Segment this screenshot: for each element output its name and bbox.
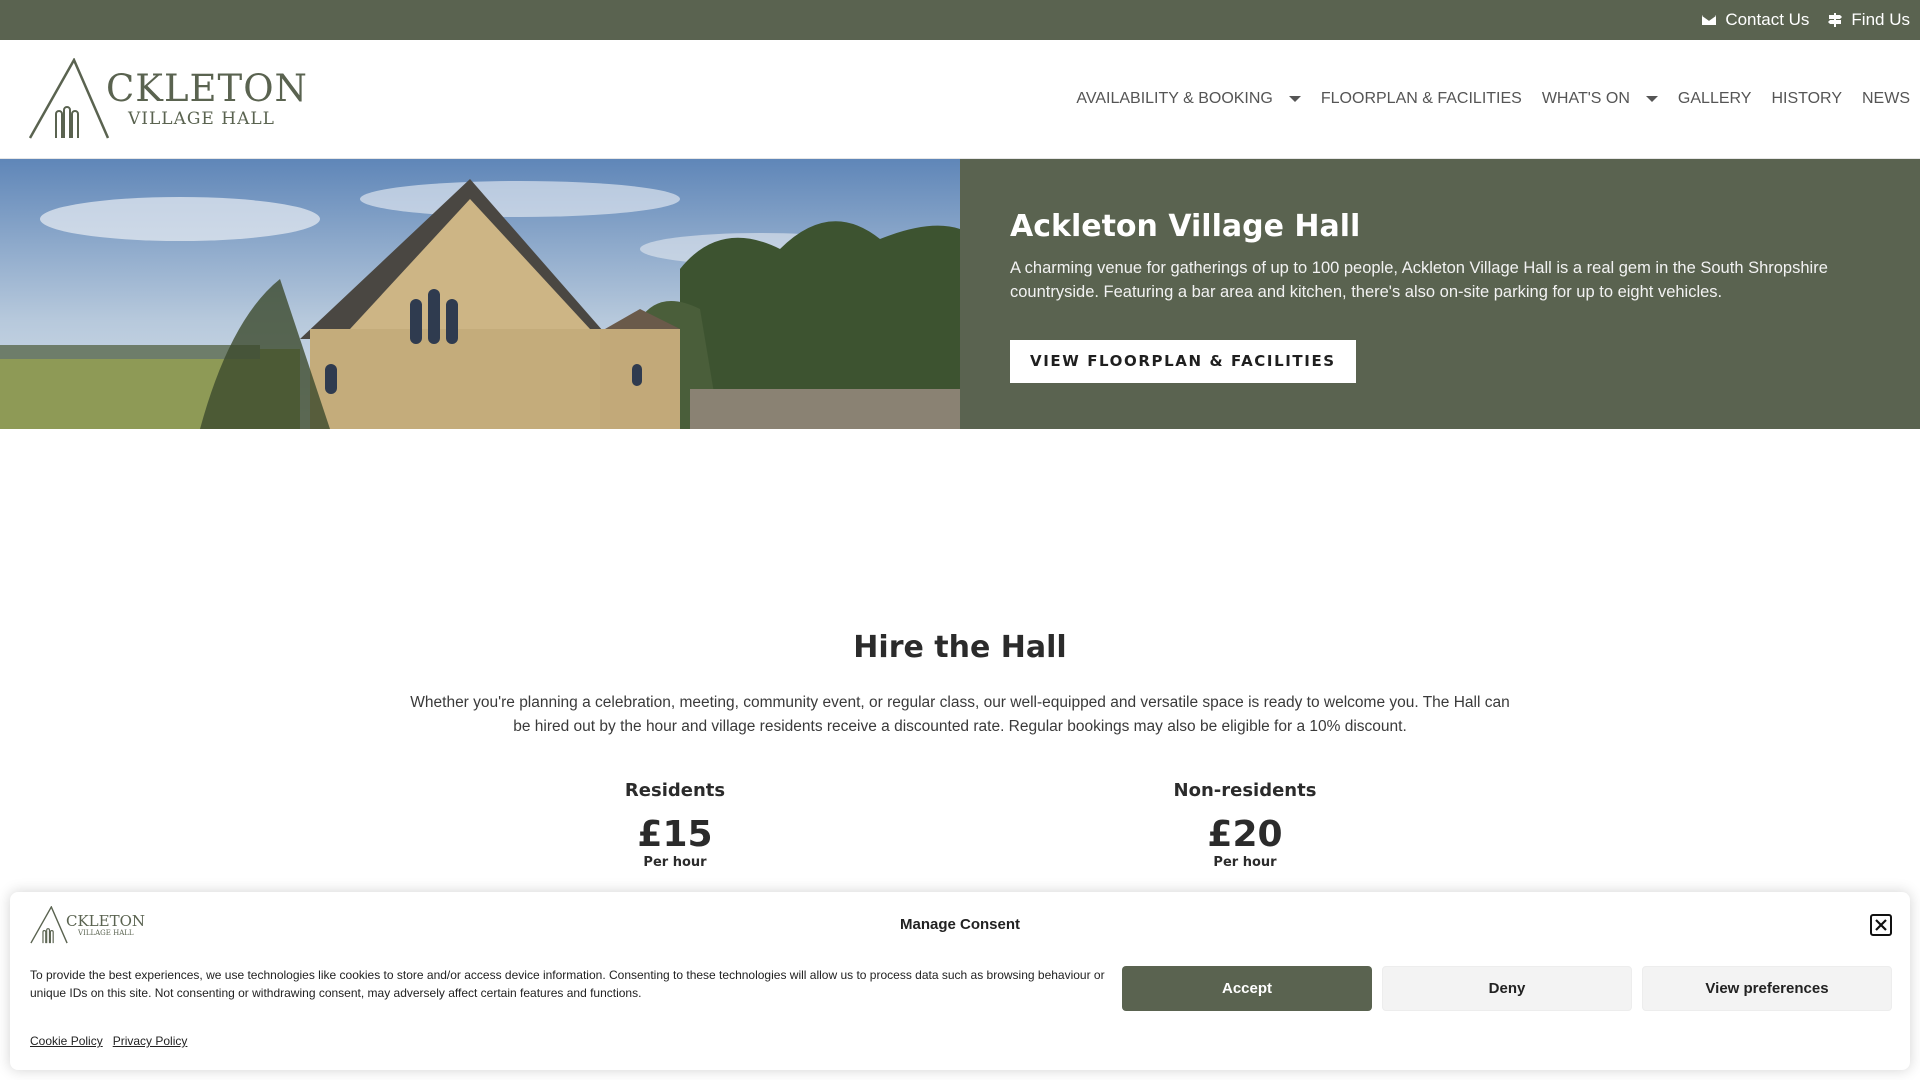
cookie-policy-link[interactable]: Cookie Policy [30,1034,103,1048]
accept-button[interactable]: Accept [1122,966,1372,1011]
top-utility-bar: Contact Us Find Us [0,0,1920,40]
hero-section: Ackleton Village Hall A charming venue f… [0,159,1920,429]
privacy-policy-link[interactable]: Privacy Policy [113,1034,188,1048]
deny-button[interactable]: Deny [1382,966,1632,1011]
main-nav: AVAILABILITY & BOOKING FLOORPLAN & FACIL… [1066,40,1920,158]
rate-label: Residents [624,780,726,801]
signpost-icon [1828,13,1843,27]
village-hall-photo [0,159,960,429]
contact-us-label: Contact Us [1725,10,1810,29]
logo-text: CKLETON VILLAGE HALL [106,70,308,129]
envelope-icon [1702,15,1717,25]
rate-label: Non-residents [1173,780,1317,801]
hero-description: A charming venue for gatherings of up to… [1010,259,1828,301]
hire-section: Hire the Hall Whether you're planning a … [0,630,1920,739]
nav-item-availability-booking[interactable]: AVAILABILITY & BOOKING [1066,90,1311,108]
rate-price: £20 [1207,814,1283,855]
logo-name-big: CKLETON [106,66,308,110]
nav-item-whats-on[interactable]: WHAT'S ON [1532,90,1668,108]
close-button[interactable] [1870,914,1892,936]
consent-text: To provide the best experiences, we use … [30,968,1105,1000]
cookie-consent-banner: CKLETON VILLAGE HALL Manage Consent To p… [10,892,1910,1070]
rate-non-residents: Non-residents £20 Per hour [1095,780,1395,870]
rate-price: £15 [637,814,713,855]
view-preferences-button[interactable]: View preferences [1642,966,1892,1011]
chevron-down-icon [1645,96,1658,102]
nav-label: WHAT'S ON [1541,90,1630,107]
site-logo[interactable]: CKLETON VILLAGE HALL [28,58,308,140]
chevron-down-icon [1288,96,1301,102]
find-us-label: Find Us [1851,10,1910,29]
rate-unit: Per hour [1213,855,1277,870]
consent-title: Manage Consent [899,916,1020,933]
nav-label: NEWS [1862,90,1910,107]
nav-label: HISTORY [1771,90,1842,107]
nav-item-gallery[interactable]: GALLERY [1668,90,1762,108]
site-header: CKLETON VILLAGE HALL AVAILABILITY & BOOK… [0,40,1920,159]
contact-us-link[interactable]: Contact Us [1701,10,1809,30]
nav-label: GALLERY [1677,90,1752,107]
consent-links: Cookie Policy Privacy Policy [30,1034,187,1048]
logo-mark-icon [28,58,110,139]
nav-item-floorplan-facilities[interactable]: FLOORPLAN & FACILITIES [1311,90,1532,108]
hire-title: Hire the Hall [853,630,1067,665]
nav-item-news[interactable]: NEWS [1852,90,1920,108]
hire-description: Whether you're planning a celebration, m… [410,694,1510,735]
rate-residents: Residents £15 Per hour [525,780,825,870]
close-icon [1875,919,1887,931]
hero-panel: Ackleton Village Hall A charming venue f… [960,159,1920,429]
consent-buttons: Accept Deny View preferences [1122,966,1892,1011]
nav-label: FLOORPLAN & FACILITIES [1320,90,1522,107]
nav-item-history[interactable]: HISTORY [1761,90,1852,108]
find-us-link[interactable]: Find Us [1827,10,1910,30]
nav-label: AVAILABILITY & BOOKING [1076,90,1273,107]
logo-name-small: VILLAGE HALL [128,108,275,129]
view-floorplan-button[interactable]: VIEW FLOORPLAN & FACILITIES [1010,340,1356,383]
rate-unit: Per hour [643,855,707,870]
hero-title: Ackleton Village Hall [1010,209,1361,244]
